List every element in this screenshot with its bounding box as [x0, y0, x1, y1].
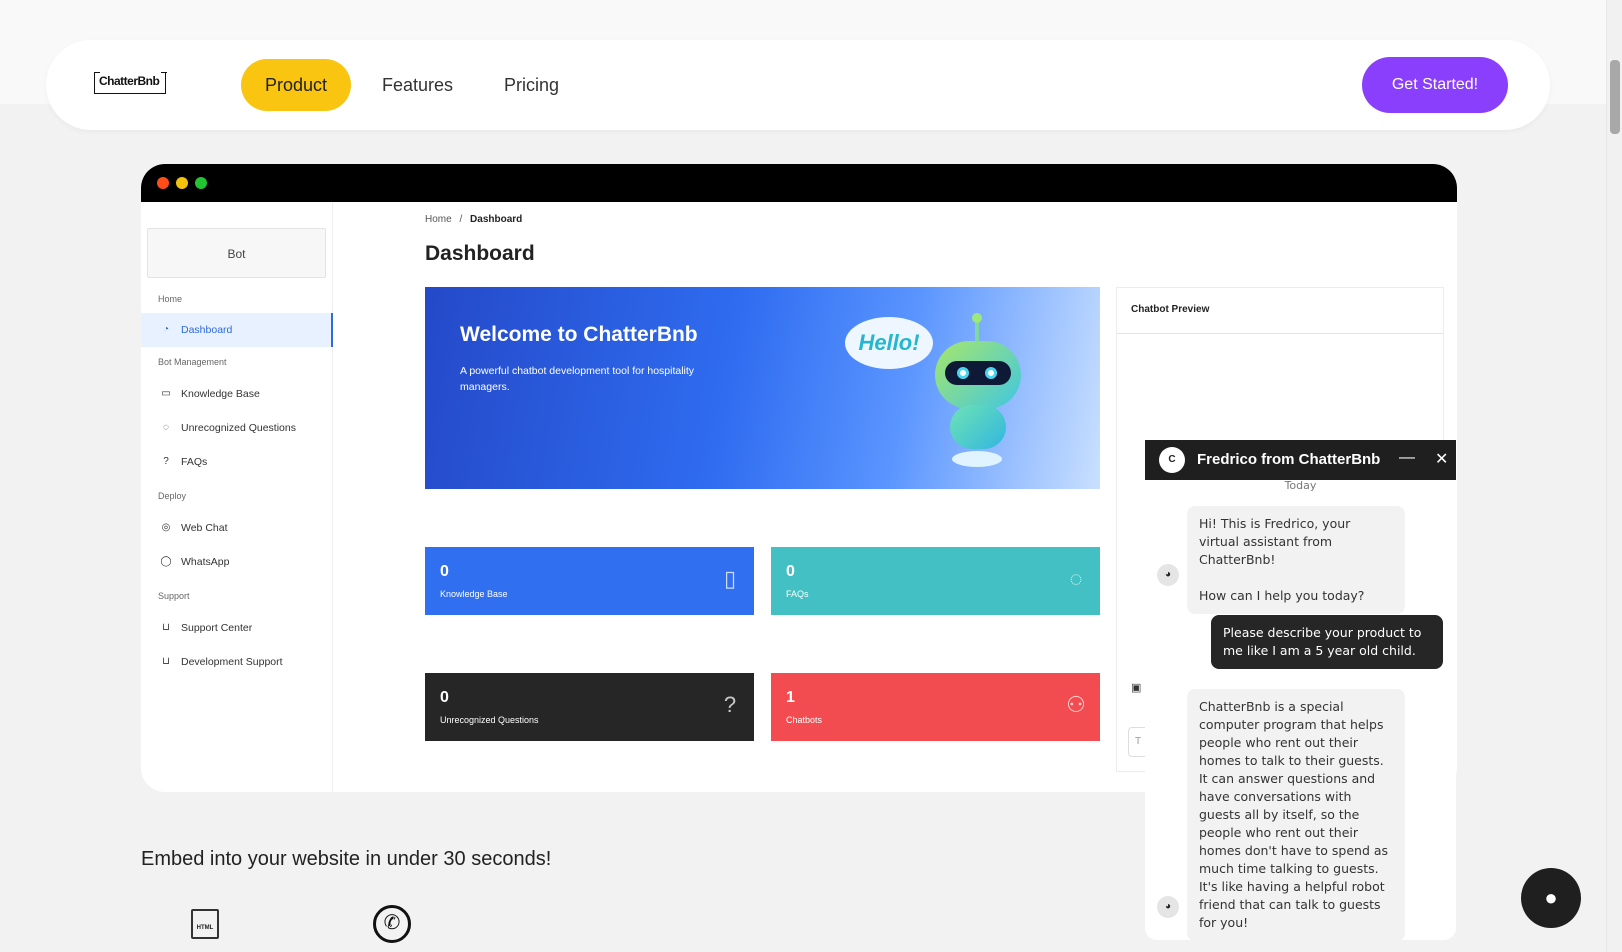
- breadcrumb: Home / Dashboard: [425, 214, 522, 225]
- html-embed-icon[interactable]: HTML: [191, 909, 219, 939]
- welcome-banner: Welcome to ChatterBnb A powerful chatbot…: [425, 287, 1100, 489]
- cart-icon: ⊔: [162, 656, 170, 667]
- sidebar-section-support: Support: [158, 591, 190, 601]
- sidebar-item-support-center[interactable]: ⊔ Support Center: [141, 611, 333, 645]
- sidebar-item-whatsapp[interactable]: ◯ WhatsApp: [141, 545, 333, 579]
- bot-avatar: ◕: [1157, 896, 1179, 918]
- stat-label: FAQs: [786, 589, 809, 599]
- chatterbnb-logo[interactable]: ChatterBnb: [93, 72, 167, 94]
- top-navbar: ChatterBnb Product Features Pricing Get …: [46, 40, 1550, 130]
- whatsapp-icon[interactable]: ✆: [373, 905, 411, 943]
- sidebar-item-label: Dashboard: [181, 324, 233, 336]
- chat-message-bot: Hi! This is Fredrico, your virtual assis…: [1187, 506, 1405, 614]
- stat-value: 0: [440, 563, 449, 580]
- minimize-dot-icon: [176, 177, 188, 189]
- app-sidebar: Bot Home ◔ Dashboard Bot Management ▭ Kn…: [141, 202, 333, 792]
- sidebar-item-label: Unrecognized Questions: [181, 422, 296, 434]
- stat-value: 0: [786, 563, 795, 580]
- bot-avatar: ◕: [1157, 564, 1179, 586]
- robot-small-icon: ▣: [1131, 682, 1142, 694]
- nav-features-link[interactable]: Features: [358, 59, 477, 111]
- close-dot-icon: [157, 177, 169, 189]
- book-icon: ▯: [723, 566, 737, 591]
- stat-label: Unrecognized Questions: [440, 715, 539, 725]
- book-icon: ▭: [161, 388, 171, 399]
- sidebar-section-home: Home: [158, 294, 183, 304]
- question-circle-icon: ?: [163, 456, 169, 467]
- chatbot-preview-title: Chatbot Preview: [1117, 288, 1443, 334]
- sidebar-item-label: Web Chat: [181, 522, 228, 534]
- chat-date-divider: Today: [1284, 479, 1317, 492]
- sidebar-section-deploy: Deploy: [158, 491, 187, 501]
- nodes-icon: ⚇: [1066, 692, 1086, 717]
- cart-icon: ⊔: [162, 622, 170, 633]
- breadcrumb-current: Dashboard: [470, 214, 523, 225]
- stat-label: Chatbots: [786, 715, 823, 725]
- stat-value: 1: [786, 689, 795, 706]
- robot-antenna: [972, 313, 982, 343]
- globe-icon: ◎: [161, 522, 171, 533]
- chat-launcher-button[interactable]: ●: [1521, 868, 1581, 928]
- robot-eye: [957, 367, 969, 379]
- get-started-button[interactable]: Get Started!: [1362, 57, 1508, 113]
- nav-pricing-link[interactable]: Pricing: [480, 59, 583, 111]
- welcome-subtitle: A powerful chatbot development tool for …: [460, 365, 695, 393]
- page-scrollbar[interactable]: [1606, 0, 1622, 952]
- robot-shadow: [952, 451, 1002, 467]
- breadcrumb-separator: /: [459, 214, 463, 225]
- sidebar-item-label: Knowledge Base: [181, 388, 260, 400]
- whatsapp-icon: ◯: [160, 556, 172, 567]
- embed-heading: Embed into your website in under 30 seco…: [141, 848, 552, 870]
- stat-card-chatbots[interactable]: 1 Chatbots ⚇: [771, 673, 1100, 741]
- chat-bubble-icon: ●: [1544, 885, 1558, 910]
- bot-selector[interactable]: Bot: [147, 228, 326, 278]
- nav-product-link[interactable]: Product: [241, 59, 352, 111]
- sidebar-item-knowledge-base[interactable]: ▭ Knowledge Base: [141, 377, 333, 411]
- window-titlebar: [141, 164, 1457, 202]
- sidebar-item-unrecognized-questions[interactable]: ◌ Unrecognized Questions: [141, 411, 333, 445]
- scrollbar-thumb[interactable]: [1610, 60, 1620, 134]
- robot-eye: [985, 367, 997, 379]
- minimize-icon[interactable]: —: [1399, 440, 1415, 476]
- chat-header: C Fredrico from ChatterBnb — ✕: [1145, 440, 1456, 480]
- sidebar-item-web-chat[interactable]: ◎ Web Chat: [141, 511, 333, 545]
- chat-logo-icon: C: [1159, 447, 1185, 473]
- breadcrumb-home[interactable]: Home: [425, 214, 452, 225]
- robot-visor: [945, 361, 1011, 385]
- robot-body: [950, 405, 1006, 449]
- stat-card-faqs[interactable]: 0 FAQs ◌: [771, 547, 1100, 615]
- sidebar-item-label: Development Support: [181, 656, 283, 668]
- sidebar-item-label: WhatsApp: [181, 556, 230, 568]
- chat-widget: C Fredrico from ChatterBnb — ✕ Today Hi!…: [1145, 440, 1456, 940]
- gauge-icon: ◔: [162, 324, 170, 335]
- robot-illustration: [935, 341, 1021, 409]
- maximize-dot-icon: [195, 177, 207, 189]
- close-icon[interactable]: ✕: [1435, 440, 1448, 480]
- chat-bubbles-icon: ◌: [1069, 566, 1083, 591]
- sidebar-item-label: FAQs: [181, 456, 208, 468]
- chat-question-icon: ◌: [163, 422, 169, 433]
- welcome-title: Welcome to ChatterBnb: [460, 323, 698, 346]
- chat-message-bot: ChatterBnb is a special computer program…: [1187, 689, 1405, 940]
- sidebar-item-label: Support Center: [181, 622, 253, 634]
- stat-card-unrecognized-questions[interactable]: 0 Unrecognized Questions ?: [425, 673, 754, 741]
- stat-card-knowledge-base[interactable]: 0 Knowledge Base ▯: [425, 547, 754, 615]
- sidebar-item-faqs[interactable]: ? FAQs: [141, 445, 333, 479]
- page-title: Dashboard: [425, 242, 535, 265]
- chat-message-user: Please describe your product to me like …: [1211, 615, 1443, 669]
- hello-speech-bubble: Hello!: [845, 317, 933, 369]
- sidebar-item-dashboard[interactable]: ◔ Dashboard: [141, 313, 333, 347]
- sidebar-section-bot-management: Bot Management: [158, 357, 227, 367]
- sidebar-item-development-support[interactable]: ⊔ Development Support: [141, 645, 333, 679]
- stat-value: 0: [440, 689, 449, 706]
- question-circle-icon: ?: [723, 692, 737, 717]
- chat-title: Fredrico from ChatterBnb: [1197, 451, 1381, 468]
- stat-label: Knowledge Base: [440, 589, 508, 599]
